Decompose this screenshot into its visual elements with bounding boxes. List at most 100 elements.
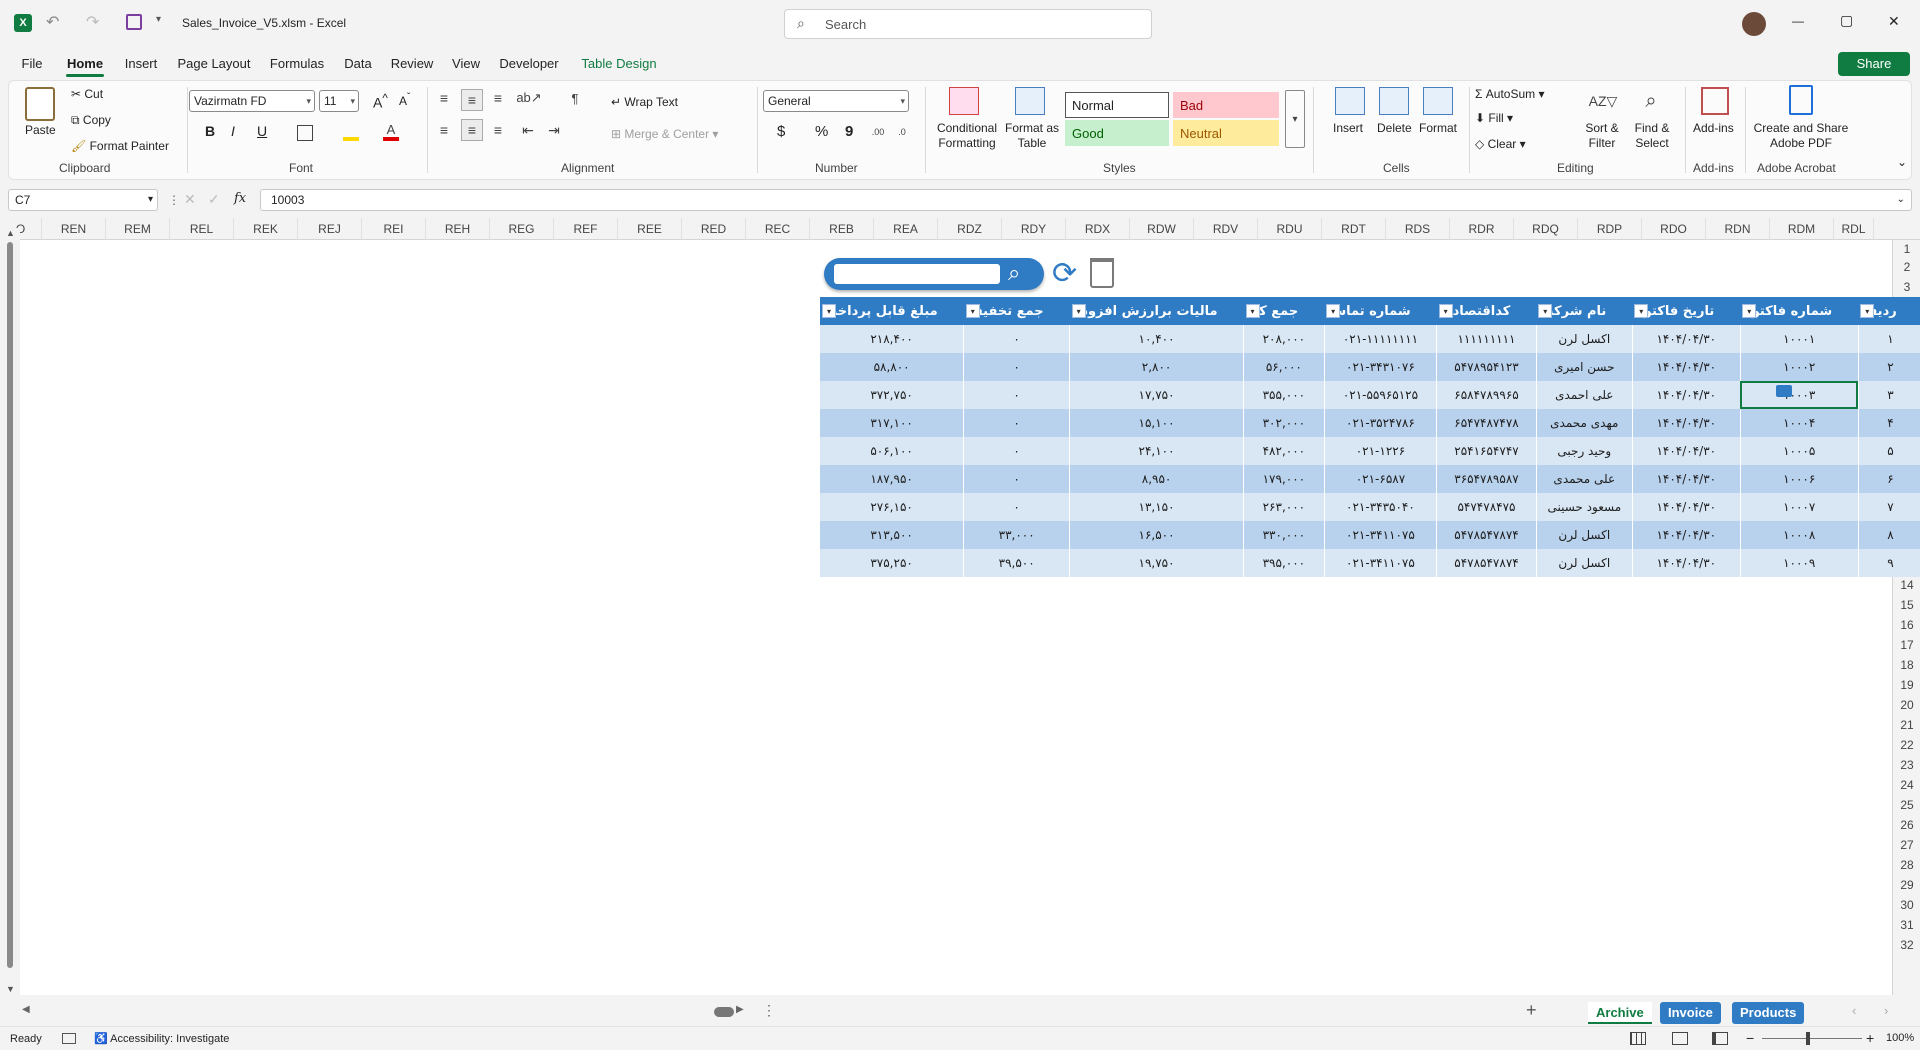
add-ins-icon[interactable] (1701, 87, 1729, 115)
table-cell[interactable]: ۴ (1858, 409, 1920, 437)
table-cell[interactable]: ۵۴۷۸۵۴۷۸۷۴ (1436, 549, 1537, 577)
menu-file[interactable]: File (14, 48, 50, 80)
table-cell[interactable]: ۰ (963, 409, 1071, 437)
number-format-select[interactable]: General ▾ (763, 90, 909, 112)
row-header[interactable]: 21 (1893, 718, 1920, 732)
table-cell[interactable]: ۳۹,۵۰۰ (963, 549, 1071, 577)
table-cell[interactable]: اکسل لرن (1536, 325, 1633, 353)
delete-cells-button[interactable]: Delete (1377, 121, 1412, 135)
accessibility-button[interactable]: ♿ Accessibility: Investigate (94, 1032, 229, 1045)
column-header[interactable]: REN (42, 218, 106, 240)
find-select-button[interactable]: Find & Select (1629, 121, 1675, 151)
add-sheet-button[interactable]: + (1526, 1000, 1537, 1021)
column-header[interactable]: REM (106, 218, 170, 240)
align-center-icon[interactable]: ≡ (461, 119, 483, 141)
maximize-button[interactable]: ▢ (1840, 12, 1853, 29)
insert-cells-icon[interactable] (1335, 87, 1365, 115)
decrease-decimal-icon[interactable]: .0 (893, 123, 911, 141)
table-cell[interactable]: ۳۱۳,۵۰۰ (820, 521, 965, 549)
table-cell[interactable]: ۳۶۵۴۷۸۹۵۸۷ (1436, 465, 1537, 493)
column-header[interactable]: REG (490, 218, 554, 240)
column-header[interactable]: RDQ (1514, 218, 1578, 240)
table-cell[interactable]: ۰ (963, 353, 1071, 381)
style-bad[interactable]: Bad (1173, 92, 1279, 118)
menu-insert[interactable]: Insert (118, 48, 164, 80)
macro-record-icon[interactable] (62, 1033, 76, 1044)
table-cell[interactable]: ۵۴۷۴۷۸۴۷۵ (1436, 493, 1537, 521)
refresh-icon[interactable]: ⟳ (1052, 256, 1077, 291)
insert-cells-button[interactable]: Insert (1333, 121, 1363, 135)
table-header-cell[interactable]: مبلغ قابل پرداخت ▾ (820, 297, 964, 325)
column-header[interactable]: RDU (1258, 218, 1322, 240)
column-header[interactable]: RDP (1578, 218, 1642, 240)
table-cell[interactable]: ۰ (963, 493, 1071, 521)
quick-access-dropdown-icon[interactable]: ▾ (156, 14, 161, 25)
table-cell[interactable]: ۰۲۱-۶۵۸۷ (1324, 465, 1438, 493)
conditional-formatting-button[interactable]: Conditional Formatting (927, 121, 1007, 151)
menu-formulas[interactable]: Formulas (264, 48, 330, 80)
table-cell[interactable]: ۶۵۸۴۷۸۹۹۶۵ (1436, 381, 1537, 409)
table-cell[interactable]: علی محمدی (1536, 465, 1633, 493)
table-header-cell[interactable]: شماره تماس ▾ (1324, 297, 1437, 325)
minimize-button[interactable]: — (1792, 14, 1804, 28)
zoom-out-button[interactable]: − (1746, 1030, 1754, 1046)
align-left-icon[interactable]: ≡ (435, 121, 453, 139)
column-header[interactable]: RDZ (938, 218, 1002, 240)
row-header[interactable]: 23 (1893, 758, 1920, 772)
bold-button[interactable]: B (205, 123, 215, 139)
prev-sheet-icon[interactable]: ‹ (1852, 1003, 1856, 1018)
table-cell[interactable]: ۱۰۰۰۳ (1740, 381, 1859, 409)
excel-icon[interactable]: X (14, 14, 32, 32)
align-top-icon[interactable]: ≡ (435, 89, 453, 107)
table-cell[interactable]: ۱۷۹,۰۰۰ (1243, 465, 1325, 493)
table-cell[interactable]: ۲۴,۱۰۰ (1069, 437, 1245, 465)
table-header-cell[interactable]: شماره فاکتور ▾ (1740, 297, 1859, 325)
table-header-cell[interactable]: جمع کل ▾ (1243, 297, 1325, 325)
table-cell[interactable]: حسن امیری (1536, 353, 1633, 381)
page-break-view-icon[interactable] (1712, 1032, 1728, 1045)
table-cell[interactable]: ۱۰۰۰۷ (1740, 493, 1859, 521)
text-direction-icon[interactable]: ¶ (565, 89, 585, 107)
row-header[interactable]: 3 (1893, 280, 1920, 294)
add-ins-button[interactable]: Add-ins (1693, 121, 1734, 135)
sheet-tab-archive[interactable]: Archive (1588, 1002, 1652, 1024)
column-header[interactable]: REI (362, 218, 426, 240)
formula-input[interactable]: 10003 ⌄ (260, 189, 1912, 211)
filter-dropdown-icon[interactable]: ▾ (1538, 304, 1553, 318)
column-header[interactable]: REE (618, 218, 682, 240)
table-cell[interactable]: ۸,۹۵۰ (1069, 465, 1245, 493)
currency-button[interactable]: $ (777, 123, 785, 140)
table-header-cell[interactable]: ردیف ▾ (1858, 297, 1920, 325)
table-cell[interactable]: ۱۴۰۴/۰۴/۳۰ (1632, 325, 1741, 353)
align-bottom-icon[interactable]: ≡ (489, 89, 507, 107)
close-button[interactable]: ✕ (1888, 13, 1900, 30)
menu-view[interactable]: View (448, 48, 484, 80)
table-cell[interactable]: ۱۴۰۴/۰۴/۳۰ (1632, 353, 1741, 381)
table-cell[interactable]: ۱۱۱۱۱۱۱۱۱ (1436, 325, 1537, 353)
table-header-cell[interactable]: کداقتصادی ▾ (1436, 297, 1537, 325)
copy-button[interactable]: ⧉ Copy (71, 113, 111, 128)
styles-more-icon[interactable]: ▾ (1285, 90, 1305, 148)
table-cell[interactable]: ۵۶,۰۰۰ (1243, 353, 1325, 381)
column-header[interactable]: REA (874, 218, 938, 240)
next-sheet-icon[interactable]: › (1884, 1003, 1888, 1018)
table-cell[interactable]: اکسل لرن (1536, 521, 1633, 549)
table-cell[interactable]: ۳۷۲,۷۵۰ (820, 381, 965, 409)
row-header[interactable]: 15 (1893, 598, 1920, 612)
name-box[interactable]: C7 ▾ (8, 189, 158, 211)
column-header[interactable]: REB (810, 218, 874, 240)
column-header[interactable]: REF (554, 218, 618, 240)
percent-button[interactable]: % (815, 123, 828, 140)
table-cell[interactable]: ۳۳۰,۰۰۰ (1243, 521, 1325, 549)
table-cell[interactable]: ۱۰۰۰۹ (1740, 549, 1859, 577)
scroll-right-icon[interactable]: ▶ (736, 1004, 744, 1015)
column-header[interactable]: RDV (1194, 218, 1258, 240)
table-cell[interactable]: ۱۰,۴۰۰ (1069, 325, 1245, 353)
table-cell[interactable]: ۱۴۰۴/۰۴/۳۰ (1632, 465, 1741, 493)
table-cell[interactable]: ۲,۸۰۰ (1069, 353, 1245, 381)
column-header[interactable]: RDM (1770, 218, 1834, 240)
table-cell[interactable]: ۱۰۰۰۱ (1740, 325, 1859, 353)
table-cell[interactable]: ۱۴۰۴/۰۴/۳۰ (1632, 521, 1741, 549)
row-header[interactable]: 30 (1893, 898, 1920, 912)
row-header[interactable]: 27 (1893, 838, 1920, 852)
